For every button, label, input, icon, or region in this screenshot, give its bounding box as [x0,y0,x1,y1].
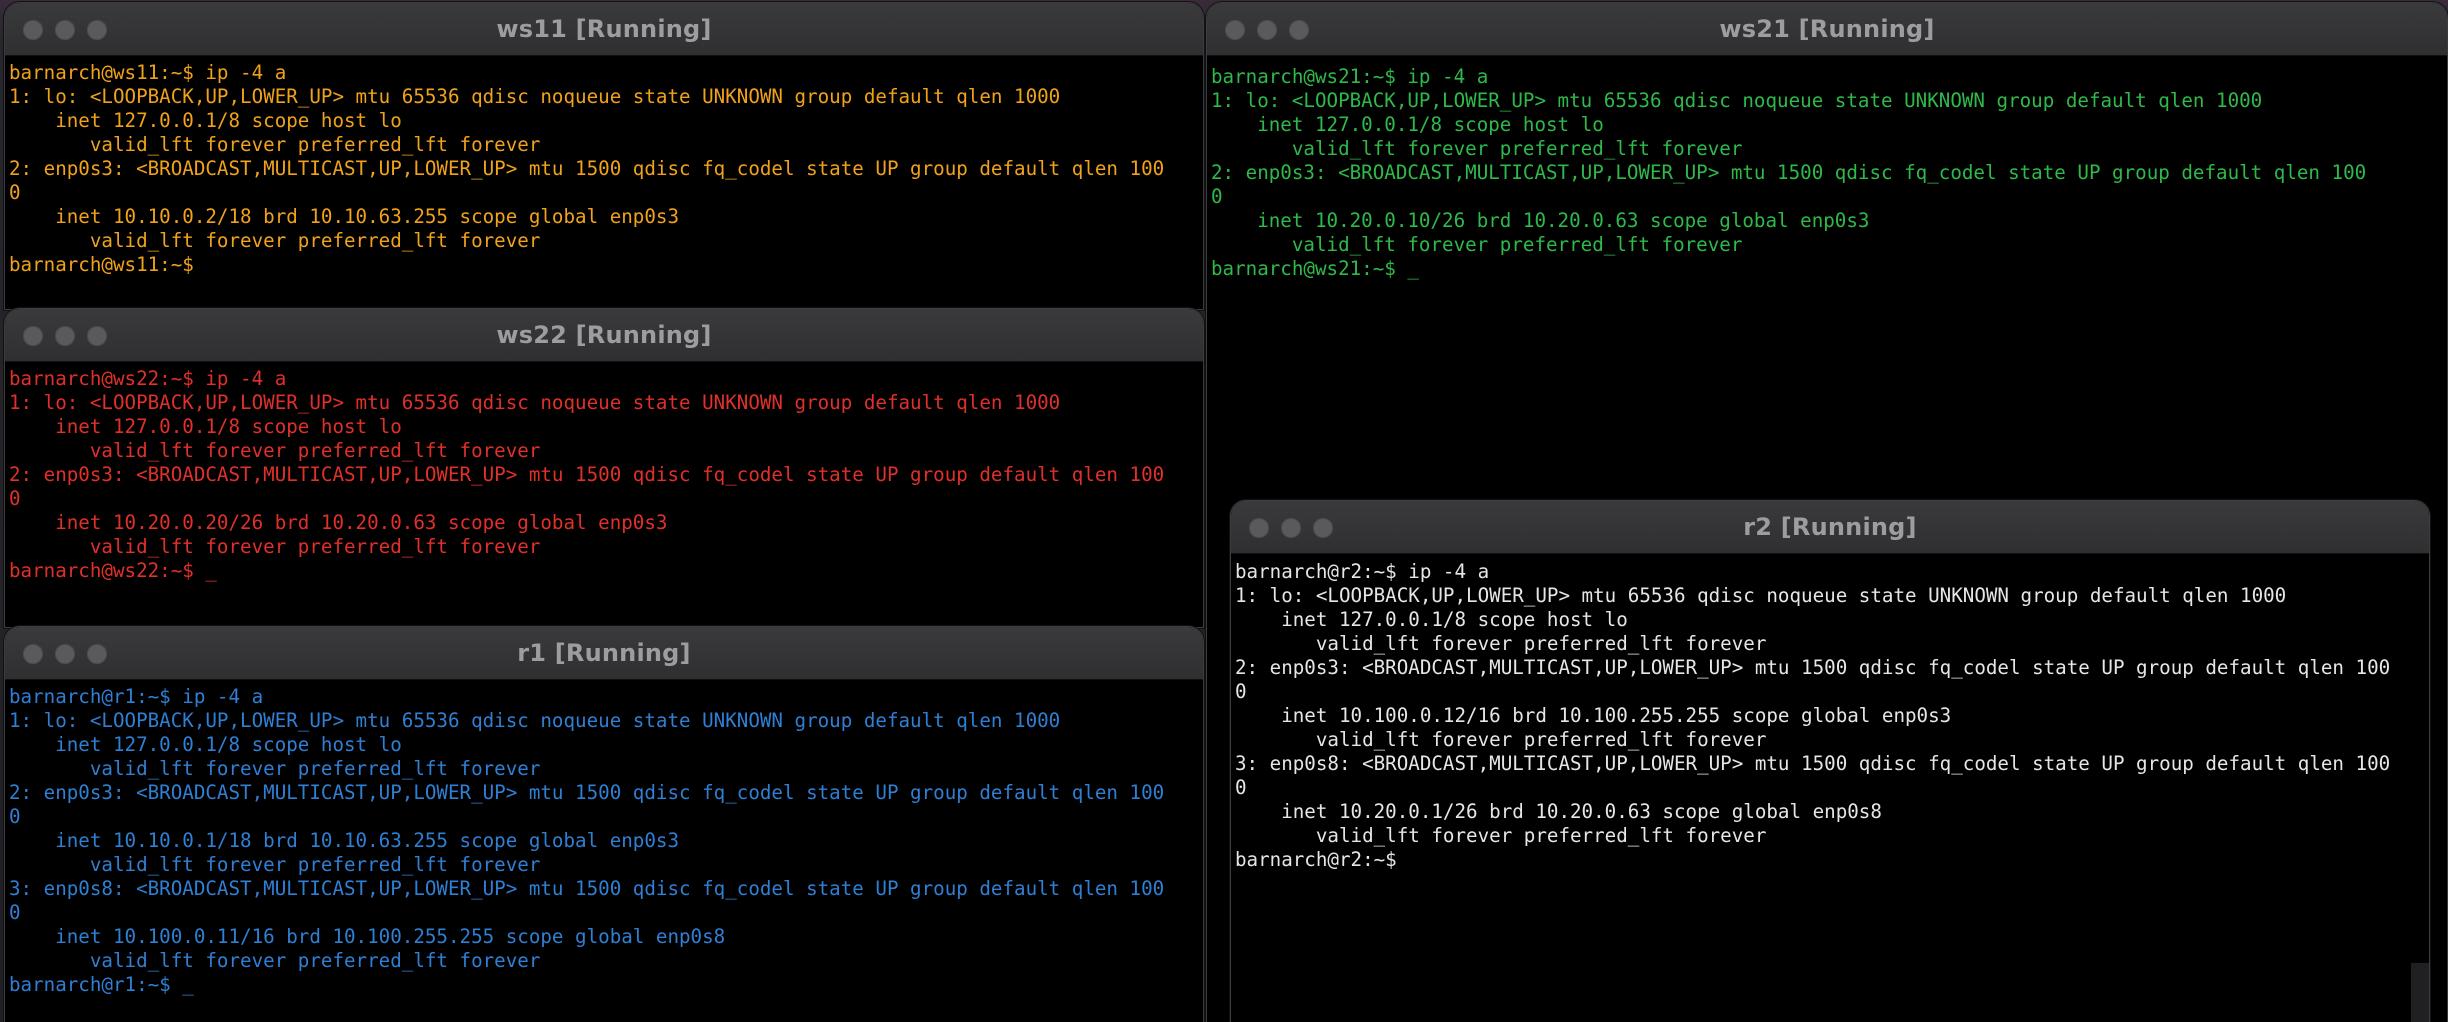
output-line: inet 127.0.0.1/8 scope host lo [9,415,402,438]
output-line: valid_lft forever preferred_lft forever [9,133,541,156]
scrollbar[interactable] [2411,963,2429,1022]
output-line: valid_lft forever preferred_lft forever [1235,632,1767,655]
output-line: 1: lo: <LOOPBACK,UP,LOWER_UP> mtu 65536 … [1235,584,2287,607]
output-line: inet 127.0.0.1/8 scope host lo [9,109,402,132]
output-line: valid_lft forever preferred_lft forever [1211,233,1743,256]
output-line: inet 127.0.0.1/8 scope host lo [1235,608,1628,631]
output-line: 0 [1211,185,1223,208]
output-line: valid_lft forever preferred_lft forever [1235,728,1767,751]
output-line: 3: enp0s8: <BROADCAST,MULTICAST,UP,LOWER… [9,877,1165,900]
output-line: 0 [1235,680,1247,703]
output-line: valid_lft forever preferred_lft forever [1211,137,1743,160]
output-line: valid_lft forever preferred_lft forever [9,229,541,252]
output-line: 1: lo: <LOOPBACK,UP,LOWER_UP> mtu 65536 … [9,85,1061,108]
titlebar[interactable]: ws22 [Running] [5,309,1203,362]
titlebar[interactable]: r2 [Running] [1231,501,2429,554]
command-line: barnarch@r1:~$ ip -4 a [9,685,264,708]
shell-prompt: barnarch@ws22:~$ _ [9,559,217,582]
output-line: valid_lft forever preferred_lft forever [1235,824,1767,847]
output-line: inet 10.100.0.12/16 brd 10.100.255.255 s… [1235,704,1952,727]
output-line: inet 10.20.0.20/26 brd 10.20.0.63 scope … [9,511,668,534]
terminal-console[interactable]: barnarch@r1:~$ ip -4 a 1: lo: <LOOPBACK,U… [5,680,1203,1022]
output-line: inet 10.10.0.1/18 brd 10.10.63.255 scope… [9,829,680,852]
terminal-console[interactable]: barnarch@ws22:~$ ip -4 a 1: lo: <LOOPBACK… [5,362,1203,627]
shell-prompt: barnarch@r1:~$ _ [9,973,194,996]
desktop: ws11 [Running] barnarch@ws11:~$ ip -4 a1… [0,0,2448,1022]
output-line: 2: enp0s3: <BROADCAST,MULTICAST,UP,LOWER… [1235,656,2391,679]
output-line: inet 10.100.0.11/16 brd 10.100.255.255 s… [9,925,726,948]
output-line: 1: lo: <LOOPBACK,UP,LOWER_UP> mtu 65536 … [9,709,1061,732]
output-line: 0 [9,487,21,510]
output-line: inet 127.0.0.1/8 scope host lo [9,733,402,756]
output-line: valid_lft forever preferred_lft forever [9,439,541,462]
vm-window-r1[interactable]: r1 [Running] barnarch@r1:~$ ip -4 a 1: lo… [4,626,1204,1022]
vm-window-ws22[interactable]: ws22 [Running] barnarch@ws22:~$ ip -4 a1… [4,308,1204,628]
shell-prompt: barnarch@ws21:~$ _ [1211,257,1419,280]
command-line: barnarch@ws11:~$ ip -4 a [9,61,287,84]
output-line: 2: enp0s3: <BROADCAST,MULTICAST,UP,LOWER… [9,157,1165,180]
window-title: r1 [Running] [517,639,691,667]
output-line: valid_lft forever preferred_lft forever [9,757,541,780]
output-line: 2: enp0s3: <BROADCAST,MULTICAST,UP,LOWER… [1211,161,2367,184]
window-title: ws21 [Running] [1719,15,1935,43]
output-line: valid_lft forever preferred_lft forever [9,853,541,876]
window-title: r2 [Running] [1743,513,1917,541]
output-line: 1: lo: <LOOPBACK,UP,LOWER_UP> mtu 65536 … [9,391,1061,414]
vm-window-r2[interactable]: r2 [Running] barnarch@r2:~$ ip -4 a 1: lo… [1230,500,2430,1022]
output-line: 0 [1235,776,1247,799]
output-line: inet 10.20.0.10/26 brd 10.20.0.63 scope … [1211,209,1870,232]
output-line: 0 [9,181,21,204]
output-line: valid_lft forever preferred_lft forever [9,949,541,972]
output-line: 2: enp0s3: <BROADCAST,MULTICAST,UP,LOWER… [9,781,1165,804]
output-line: 2: enp0s3: <BROADCAST,MULTICAST,UP,LOWER… [9,463,1165,486]
shell-prompt: barnarch@r2:~$ [1235,848,1397,871]
terminal-console[interactable]: barnarch@ws11:~$ ip -4 a 1: lo: <LOOPBACK… [5,56,1203,309]
window-title: ws11 [Running] [496,15,712,43]
output-line: 1: lo: <LOOPBACK,UP,LOWER_UP> mtu 65536 … [1211,89,2263,112]
output-line: inet 127.0.0.1/8 scope host lo [1211,113,1604,136]
command-line: barnarch@ws21:~$ ip -4 a [1211,65,1489,88]
terminal-console[interactable]: barnarch@r2:~$ ip -4 a 1: lo: <LOOPBACK,U… [1231,554,2429,1022]
titlebar[interactable]: ws11 [Running] [5,3,1203,56]
output-line: 0 [9,901,21,924]
window-title: ws22 [Running] [496,321,712,349]
output-line: inet 10.20.0.1/26 brd 10.20.0.63 scope g… [1235,800,1882,823]
output-line: valid_lft forever preferred_lft forever [9,535,541,558]
vm-window-ws11[interactable]: ws11 [Running] barnarch@ws11:~$ ip -4 a1… [4,2,1204,310]
command-line: barnarch@r2:~$ ip -4 a [1235,560,1490,583]
titlebar[interactable]: r1 [Running] [5,627,1203,680]
titlebar[interactable]: ws21 [Running] [1207,3,2447,56]
command-line: barnarch@ws22:~$ ip -4 a [9,367,287,390]
output-line: inet 10.10.0.2/18 brd 10.10.63.255 scope… [9,205,680,228]
output-line: 3: enp0s8: <BROADCAST,MULTICAST,UP,LOWER… [1235,752,2391,775]
output-line: 0 [9,805,21,828]
shell-prompt: barnarch@ws11:~$ [9,253,194,276]
